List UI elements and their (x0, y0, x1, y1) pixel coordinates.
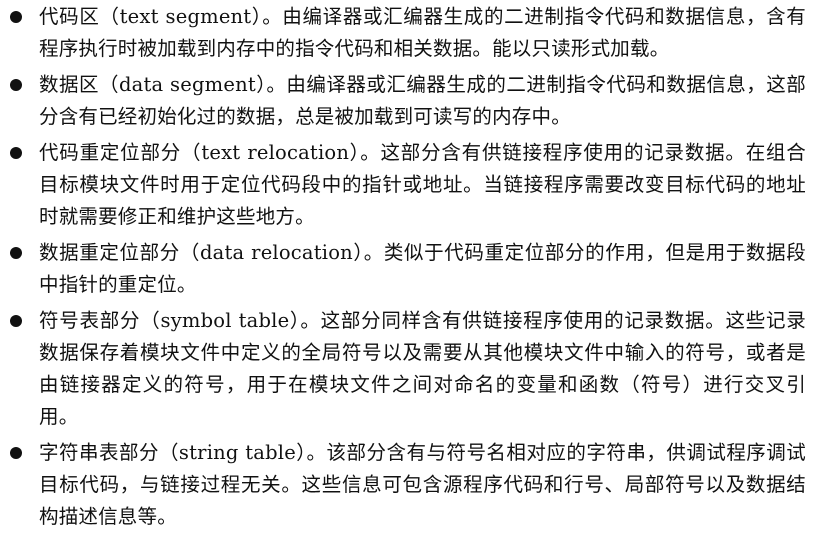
bullet-icon (10, 447, 22, 459)
list-item-symbol-table: 符号表部分（symbol table）。这部分同样含有供链接程序使用的记录数据。… (8, 305, 806, 433)
bullet-icon (10, 147, 22, 159)
list-item-text: 数据区（data segment）。由编译器或汇编器生成的二进制指令代码和数据信… (39, 73, 806, 128)
bullet-icon (10, 315, 22, 327)
list-item-string-table: 字符串表部分（string table）。该部分含有与符号名相对应的字符串，供调… (8, 437, 806, 533)
list-item-data-segment: 数据区（data segment）。由编译器或汇编器生成的二进制指令代码和数据信… (8, 69, 806, 133)
list-item-text: 数据重定位部分（data relocation）。类似于代码重定位部分的作用，但… (39, 241, 806, 296)
list-item-data-relocation: 数据重定位部分（data relocation）。类似于代码重定位部分的作用，但… (8, 237, 806, 301)
list-item-text: 代码重定位部分（text relocation）。这部分含有供链接程序使用的记录… (39, 141, 806, 228)
bullet-icon (10, 247, 22, 259)
list-item-text: 代码区（text segment）。由编译器或汇编器生成的二进制指令代码和数据信… (39, 5, 806, 60)
document-page: 代码区（text segment）。由编译器或汇编器生成的二进制指令代码和数据信… (0, 0, 818, 528)
list-item-text-relocation: 代码重定位部分（text relocation）。这部分含有供链接程序使用的记录… (8, 137, 806, 233)
list-item-text: 字符串表部分（string table）。该部分含有与符号名相对应的字符串，供调… (39, 441, 806, 528)
list-item-text-segment: 代码区（text segment）。由编译器或汇编器生成的二进制指令代码和数据信… (8, 1, 806, 65)
bullet-icon (10, 11, 22, 23)
list-item-text: 符号表部分（symbol table）。这部分同样含有供链接程序使用的记录数据。… (39, 309, 806, 428)
bullet-icon (10, 79, 22, 91)
